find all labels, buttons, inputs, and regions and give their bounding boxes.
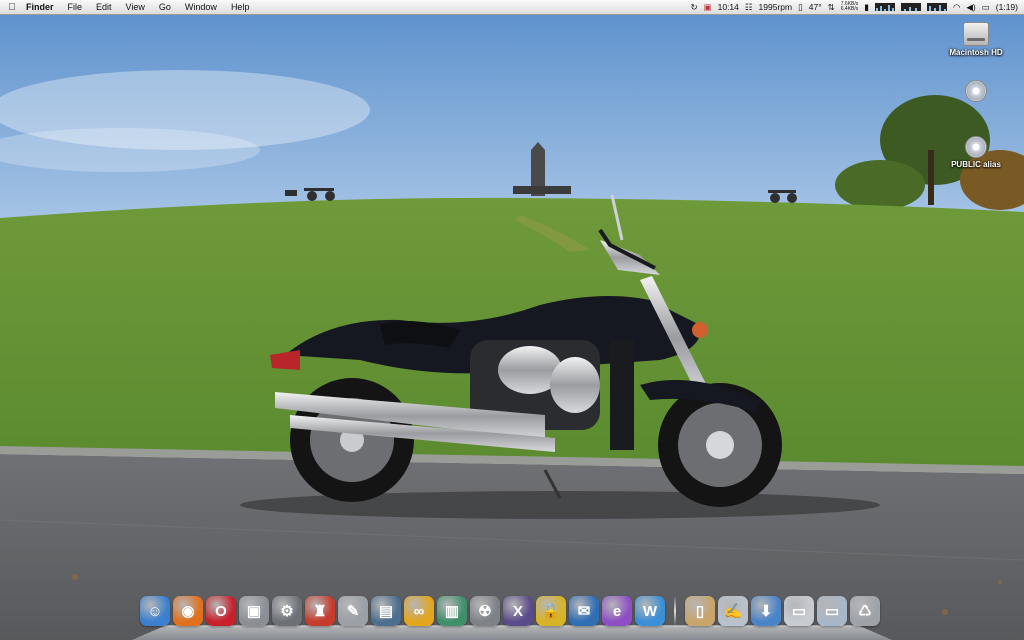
menu-bar:  Finder File Edit View Go Window Help ↻…	[0, 0, 1024, 15]
desktop-wallpaper	[0, 0, 1024, 640]
firefox-icon[interactable]: ◉	[173, 596, 203, 626]
desktop-icon-label: PUBLIC alias	[951, 160, 1001, 169]
network-graph-icon[interactable]	[926, 3, 947, 11]
browser-w-icon[interactable]: W	[635, 596, 665, 626]
fan-icon: ☷	[744, 1, 753, 12]
menu-go[interactable]: Go	[152, 0, 178, 14]
window-preview-icon[interactable]: ▭	[784, 596, 814, 626]
finder-icon[interactable]: ☺	[140, 596, 170, 626]
preview-icon[interactable]: ▣	[239, 596, 269, 626]
temperature-readout[interactable]: 47°	[809, 2, 822, 12]
desktop-icon-label: Macintosh HD	[949, 48, 1003, 57]
menu-clock[interactable]: 10:14	[718, 2, 739, 12]
dock-shelf	[132, 625, 892, 640]
menu-edit[interactable]: Edit	[89, 0, 119, 14]
memory-meter-icon[interactable]: ▮	[864, 2, 869, 13]
textedit-icon[interactable]: ✍	[718, 596, 748, 626]
network-speed-meter[interactable]: 7.6KB/s 6.4KB/s	[841, 2, 859, 12]
cpu-graph-icon[interactable]	[874, 3, 895, 11]
thermometer-icon: ▯	[798, 1, 803, 12]
image-viewer-icon[interactable]: ▥	[437, 596, 467, 626]
desktop-icon-network-volume[interactable]	[941, 80, 1011, 104]
window-preview-2-icon[interactable]: ▭	[817, 596, 847, 626]
desktop-icon-public-alias[interactable]: PUBLIC alias	[941, 136, 1011, 169]
brain-app-icon[interactable]: ∞	[404, 596, 434, 626]
documents-stack-icon[interactable]: ▯	[685, 596, 715, 626]
volume-icon[interactable]: ◀)	[966, 2, 975, 13]
alias-disc-icon	[965, 136, 987, 158]
iphoto-icon[interactable]: ▤	[371, 596, 401, 626]
dock-separator	[674, 596, 676, 626]
chair-app-icon[interactable]: ♜	[305, 596, 335, 626]
keychain-icon[interactable]: 🔒	[536, 596, 566, 626]
thunderbird-icon[interactable]: ✉	[569, 596, 599, 626]
fan-speed[interactable]: 1995rpm	[759, 2, 793, 12]
dock: ☺ ◉ O ▣ ⚙ ♜ ✎ ▤ ∞ ▥ ☢ X 🔒 ✉ e W ▯ ✍ ⬇ ▭ ▭ ♺	[132, 594, 892, 640]
opera-icon[interactable]: O	[206, 596, 236, 626]
downloads-stack-icon[interactable]: ⬇	[751, 596, 781, 626]
mail-client-icon[interactable]: e	[602, 596, 632, 626]
net-down-rate: 6.4KB/s	[840, 6, 859, 12]
trash-icon[interactable]: ♺	[850, 596, 880, 626]
up-down-arrows-icon: ⇅	[827, 1, 835, 12]
battery-icon[interactable]: ▭	[982, 2, 990, 13]
menu-help[interactable]: Help	[224, 0, 257, 14]
battery-time[interactable]: (1:19)	[996, 2, 1018, 12]
calendar-icon[interactable]: ▣	[704, 2, 712, 13]
menu-file[interactable]: File	[61, 0, 90, 14]
system-preferences-icon[interactable]: ⚙	[272, 596, 302, 626]
radiation-app-icon[interactable]: ☢	[470, 596, 500, 626]
network-volume-icon	[965, 80, 987, 102]
menu-view[interactable]: View	[119, 0, 152, 14]
time-machine-icon[interactable]: ↻	[690, 2, 697, 13]
dock-items: ☺ ◉ O ▣ ⚙ ♜ ✎ ▤ ∞ ▥ ☢ X 🔒 ✉ e W ▯ ✍ ⬇ ▭ ▭ ♺	[140, 596, 880, 626]
hard-drive-icon	[963, 22, 989, 46]
menu-app-finder[interactable]: Finder	[24, 0, 61, 14]
disk-graph-icon[interactable]	[900, 3, 921, 11]
mac-os-x-icon[interactable]: X	[503, 596, 533, 626]
wifi-icon[interactable]: ◠	[953, 2, 960, 13]
scanner-icon[interactable]: ✎	[338, 596, 368, 626]
desktop-icon-macintosh-hd[interactable]: Macintosh HD	[941, 22, 1011, 57]
apple-logo-icon[interactable]: 	[0, 2, 24, 13]
menu-window[interactable]: Window	[178, 0, 224, 14]
